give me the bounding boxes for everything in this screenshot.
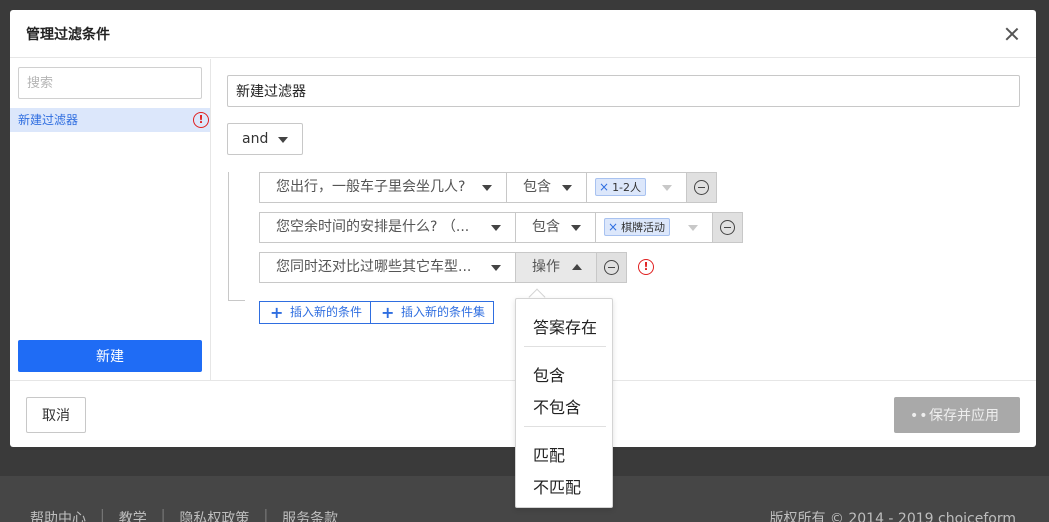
operator-select-value: 包含: [532, 219, 560, 235]
menu-item-contains[interactable]: 包含: [533, 362, 565, 386]
chevron-up-icon: [572, 264, 582, 270]
chevron-down-icon: [278, 137, 288, 143]
remove-tag-icon[interactable]: ×: [608, 220, 618, 234]
loading-dots-icon: ••: [910, 408, 929, 424]
cancel-button[interactable]: 取消: [26, 397, 86, 433]
insert-condition-label: 插入新的条件: [290, 305, 363, 319]
menu-item-matches[interactable]: 匹配: [533, 442, 565, 466]
chevron-down-icon: [688, 225, 698, 231]
menu-item-not-contains[interactable]: 不包含: [533, 394, 581, 418]
operator-select[interactable]: 包含: [506, 172, 587, 203]
question-select-value: 您出行，一般车子里会坐几人?: [276, 179, 466, 195]
sidebar-item-filter[interactable]: 新建过滤器 !: [10, 108, 210, 132]
question-select[interactable]: 您空余时间的安排是什么? （...: [259, 212, 516, 243]
modal-title: 管理过滤条件: [26, 27, 110, 43]
menu-item-answer-exists[interactable]: 答案存在: [533, 314, 597, 338]
modal-header: 管理过滤条件: [10, 10, 1036, 58]
footer-link-help[interactable]: 帮助中心: [30, 508, 100, 522]
remove-condition-button[interactable]: [596, 252, 627, 283]
close-icon[interactable]: [1002, 24, 1022, 44]
footer-link-terms[interactable]: 服务条款: [268, 508, 352, 522]
remove-condition-button[interactable]: [686, 172, 717, 203]
chevron-down-icon: [491, 225, 501, 231]
question-select-value: 您同时还对比过哪些其它车型...: [276, 259, 472, 275]
error-icon: !: [638, 259, 654, 275]
plus-icon: +: [270, 303, 284, 322]
filter-editor: and 您出行，一般车子里会坐几人? 包含 ×1-2人: [211, 59, 1036, 380]
minus-circle-icon: [604, 260, 619, 275]
logic-select-value: and: [242, 131, 269, 147]
save-apply-label: 保存并应用: [929, 408, 999, 424]
search-input[interactable]: [18, 67, 202, 99]
new-filter-button[interactable]: 新建: [18, 340, 202, 372]
copyright: 版权所有 © 2014 - 2019 choiceform: [769, 511, 1016, 522]
minus-circle-icon: [720, 220, 735, 235]
question-select-value: 您空余时间的安排是什么? （...: [276, 219, 470, 235]
chevron-down-icon: [482, 185, 492, 191]
operator-dropdown-menu: 答案存在 包含 不包含 匹配 不匹配: [515, 298, 613, 508]
chevron-down-icon: [571, 225, 581, 231]
remove-condition-button[interactable]: [712, 212, 743, 243]
insert-button-group: + 插入新的条件 + 插入新的条件集: [259, 301, 495, 324]
insert-condition-set-label: 插入新的条件集: [401, 305, 486, 319]
condition-row: 您出行，一般车子里会坐几人? 包含 × 1-2人: [259, 172, 717, 203]
question-select[interactable]: 您出行，一般车子里会坐几人?: [259, 172, 507, 203]
condition-row: 您空余时间的安排是什么? （... 包含 × 棋牌活动: [259, 212, 743, 243]
condition-tree-line: [228, 172, 245, 301]
value-select[interactable]: × 棋牌活动: [595, 212, 713, 243]
operator-select[interactable]: 包含: [515, 212, 596, 243]
plus-icon: +: [381, 303, 395, 322]
footer-links: 帮助中心 | 教学 | 隐私权政策 | 服务条款: [30, 508, 352, 522]
value-tag-label: 1-2人: [612, 181, 642, 194]
condition-row: 您同时还对比过哪些其它车型... 操作 !: [259, 252, 654, 283]
error-icon: !: [193, 112, 209, 128]
value-select[interactable]: × 1-2人: [586, 172, 687, 203]
value-tag: × 棋牌活动: [604, 218, 671, 236]
question-select[interactable]: 您同时还对比过哪些其它车型...: [259, 252, 516, 283]
footer-link-tutorial[interactable]: 教学: [105, 508, 161, 522]
filter-sidebar: 新建过滤器 ! 新建: [10, 59, 211, 380]
operator-select-value: 操作: [532, 259, 560, 275]
chevron-down-icon: [662, 185, 672, 191]
chevron-down-icon: [491, 265, 501, 271]
remove-tag-icon[interactable]: ×: [599, 180, 609, 194]
menu-item-not-matches[interactable]: 不匹配: [533, 474, 581, 498]
operator-select[interactable]: 操作: [515, 252, 597, 283]
menu-divider: [524, 346, 606, 347]
chevron-down-icon: [562, 185, 572, 191]
save-apply-button[interactable]: •• 保存并应用: [894, 397, 1020, 433]
value-tag-label: 棋牌活动: [621, 221, 666, 234]
minus-circle-icon: [694, 180, 709, 195]
operator-select-value: 包含: [523, 179, 551, 195]
filter-item-label: 新建过滤器: [18, 113, 79, 127]
insert-condition-button[interactable]: + 插入新的条件: [259, 301, 372, 324]
filter-name-input[interactable]: [227, 75, 1020, 107]
menu-divider: [524, 426, 606, 427]
footer-link-privacy[interactable]: 隐私权政策: [165, 508, 263, 522]
logic-select[interactable]: and: [227, 123, 303, 155]
insert-condition-set-button[interactable]: + 插入新的条件集: [370, 301, 495, 324]
value-tag: × 1-2人: [595, 178, 647, 196]
